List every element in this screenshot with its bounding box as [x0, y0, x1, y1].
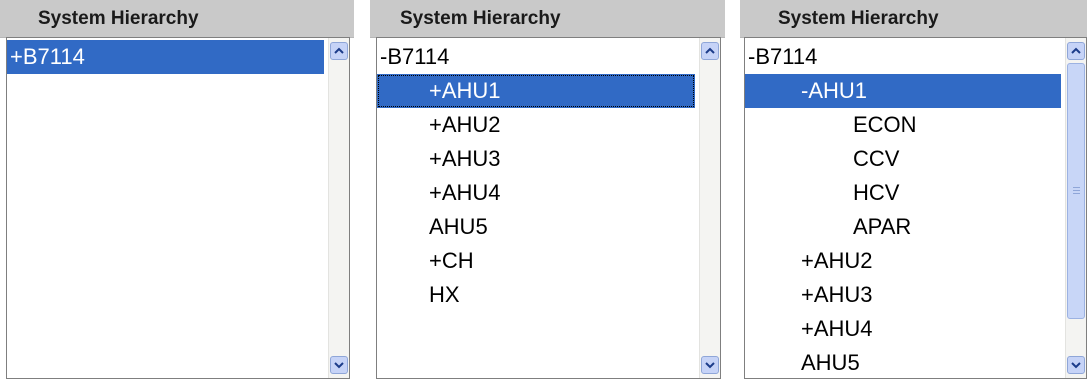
tree-item-ahu5[interactable]: AHU5	[745, 346, 1061, 378]
tree-item-ccv[interactable]: CCV	[745, 142, 1061, 176]
tree-item-ahu1[interactable]: -AHU1	[745, 74, 1061, 108]
tree-item-ahu4[interactable]: +AHU4	[745, 312, 1061, 346]
tree-item-ahu3[interactable]: +AHU3	[377, 142, 695, 176]
panel-title: System Hierarchy	[778, 8, 939, 29]
scroll-down-button[interactable]	[1067, 356, 1085, 374]
tree-item-ahu4[interactable]: +AHU4	[377, 176, 695, 210]
chevron-up-icon	[705, 47, 715, 54]
hierarchy-panel-3: System Hierarchy -B7114 -AHU1 ECON CCV H…	[740, 0, 1087, 379]
panel-header: System Hierarchy	[740, 0, 1087, 38]
chevron-down-icon	[705, 362, 715, 369]
vertical-scrollbar[interactable]	[328, 38, 349, 378]
scroll-up-button[interactable]	[701, 42, 719, 60]
hierarchy-panel-2: System Hierarchy -B7114 +AHU1 +AHU2 +AHU…	[370, 0, 725, 379]
scroll-up-button[interactable]	[330, 42, 348, 60]
tree-item-ahu5[interactable]: AHU5	[377, 210, 695, 244]
tree-item-b7114[interactable]: -B7114	[377, 40, 695, 74]
hierarchy-listbox[interactable]: -B7114 +AHU1 +AHU2 +AHU3 +AHU4 AHU5 +CH …	[376, 37, 721, 379]
tree-item-hcv[interactable]: HCV	[745, 176, 1061, 210]
scrollbar-thumb[interactable]	[1067, 63, 1085, 319]
scroll-up-button[interactable]	[1067, 42, 1085, 60]
tree-item-ch[interactable]: +CH	[377, 244, 695, 278]
tree-item-b7114[interactable]: -B7114	[745, 40, 1061, 74]
tree-rows: -B7114 -AHU1 ECON CCV HCV APAR +AHU2 +AH…	[745, 40, 1061, 378]
chevron-up-icon	[1071, 47, 1081, 54]
chevron-up-icon	[334, 47, 344, 54]
hierarchy-listbox[interactable]: +B7114	[6, 37, 350, 379]
tree-item-b7114[interactable]: +B7114	[7, 40, 324, 74]
panel-title: System Hierarchy	[400, 8, 561, 29]
tree-item-hx[interactable]: HX	[377, 278, 695, 312]
panel-header: System Hierarchy	[0, 0, 354, 38]
tree-item-ahu2[interactable]: +AHU2	[745, 244, 1061, 278]
thumb-grip	[1073, 190, 1080, 191]
panel-title: System Hierarchy	[38, 8, 199, 29]
vertical-scrollbar[interactable]	[1065, 38, 1086, 378]
vertical-scrollbar[interactable]	[699, 38, 720, 378]
tree-rows: +B7114	[7, 40, 324, 74]
tree-item-ahu1[interactable]: +AHU1	[377, 74, 695, 108]
scroll-down-button[interactable]	[330, 356, 348, 374]
tree-item-econ[interactable]: ECON	[745, 108, 1061, 142]
hierarchy-panel-1: System Hierarchy +B7114	[0, 0, 354, 379]
thumb-grip	[1073, 193, 1080, 194]
hierarchy-listbox[interactable]: -B7114 -AHU1 ECON CCV HCV APAR +AHU2 +AH…	[744, 37, 1087, 379]
tree-rows: -B7114 +AHU1 +AHU2 +AHU3 +AHU4 AHU5 +CH …	[377, 40, 695, 312]
scroll-down-button[interactable]	[701, 356, 719, 374]
chevron-down-icon	[334, 362, 344, 369]
tree-item-apar[interactable]: APAR	[745, 210, 1061, 244]
tree-item-ahu2[interactable]: +AHU2	[377, 108, 695, 142]
thumb-grip	[1073, 187, 1080, 188]
panel-header: System Hierarchy	[370, 0, 725, 38]
chevron-down-icon	[1071, 362, 1081, 369]
tree-item-ahu3[interactable]: +AHU3	[745, 278, 1061, 312]
